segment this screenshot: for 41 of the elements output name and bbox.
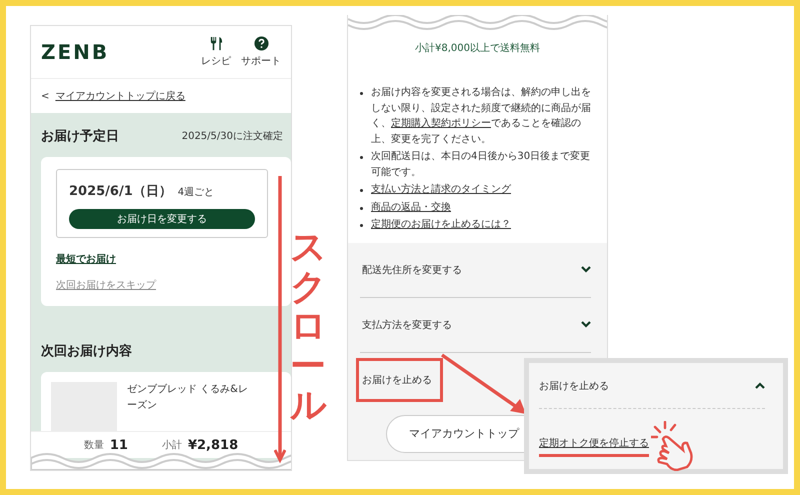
- help-link[interactable]: 商品の返品・交換: [371, 202, 451, 212]
- section-title: お届け予定日: [41, 128, 119, 145]
- bullet-icon: [360, 156, 363, 159]
- bullet-icon: [360, 224, 363, 227]
- notice-text: 次回配送日は、本日の4日後から30日後まで変更可能です。: [371, 151, 590, 178]
- chevron-icon[interactable]: [581, 266, 591, 273]
- nav-label[interactable]: サポート: [241, 54, 281, 68]
- notice-text: お届け内容を変更される場合は、解約の申し出をしない限り、設定された頻度で継続的に商品が届く、定期購入契約ポリシーであることを確認の上、変更を完了ください。: [371, 86, 592, 146]
- logo[interactable]: ZENB: [41, 40, 110, 64]
- frequency-text: 4週ごと: [178, 186, 214, 199]
- accordion-item[interactable]: お届けを止める: [539, 378, 609, 392]
- change-date-button[interactable]: お届け日を変更する: [69, 209, 255, 229]
- bullet-icon: [360, 206, 363, 210]
- fork-knife-icon[interactable]: [208, 36, 224, 51]
- chevron-icon[interactable]: [581, 321, 591, 328]
- confirm-note: 2025/5/30に注文確定: [182, 130, 283, 143]
- help-icon[interactable]: [254, 36, 268, 51]
- quantity-label: 数量: [84, 439, 104, 452]
- back-link[interactable]: マイアカウントトップに戻る: [55, 89, 186, 103]
- bullet-icon: [360, 92, 363, 95]
- subtotal-value: ¥2,818: [188, 438, 238, 452]
- chevron-icon[interactable]: [755, 382, 765, 389]
- stop-subscription-link[interactable]: 定期オトク便を停止する: [539, 436, 649, 456]
- skip-link[interactable]: 次回お届けをスキップ: [56, 278, 156, 292]
- help-link[interactable]: 支払い方法と請求のタイミング: [371, 184, 511, 195]
- scroll-annotation: スクロール: [290, 228, 326, 426]
- nav-label[interactable]: レシピ: [201, 54, 231, 68]
- product-name: ゼンブブレッド くるみ&レーズン: [127, 382, 249, 413]
- accordion-item[interactable]: 配送先住所を変更する: [356, 248, 473, 292]
- quantity-value: 11: [110, 438, 128, 452]
- bullet-icon: [360, 189, 363, 192]
- accordion-item[interactable]: お届けを止める: [356, 358, 443, 402]
- subtotal-label: 小計: [162, 438, 182, 452]
- back-icon: <: [41, 90, 50, 102]
- shipping-note: 小計¥8,000以上で送料無料: [414, 42, 541, 55]
- fastest-link[interactable]: 最短でお届け: [56, 252, 116, 266]
- accordion-item[interactable]: 支払方法を変更する: [356, 302, 463, 346]
- help-link[interactable]: 定期便のお届けを止めるには？: [371, 219, 511, 230]
- delivery-date: 2025/6/1（日）: [69, 183, 172, 200]
- help-link[interactable]: 定期購入契約ポリシー: [391, 118, 491, 129]
- section-title: 次回お届け内容: [41, 342, 133, 360]
